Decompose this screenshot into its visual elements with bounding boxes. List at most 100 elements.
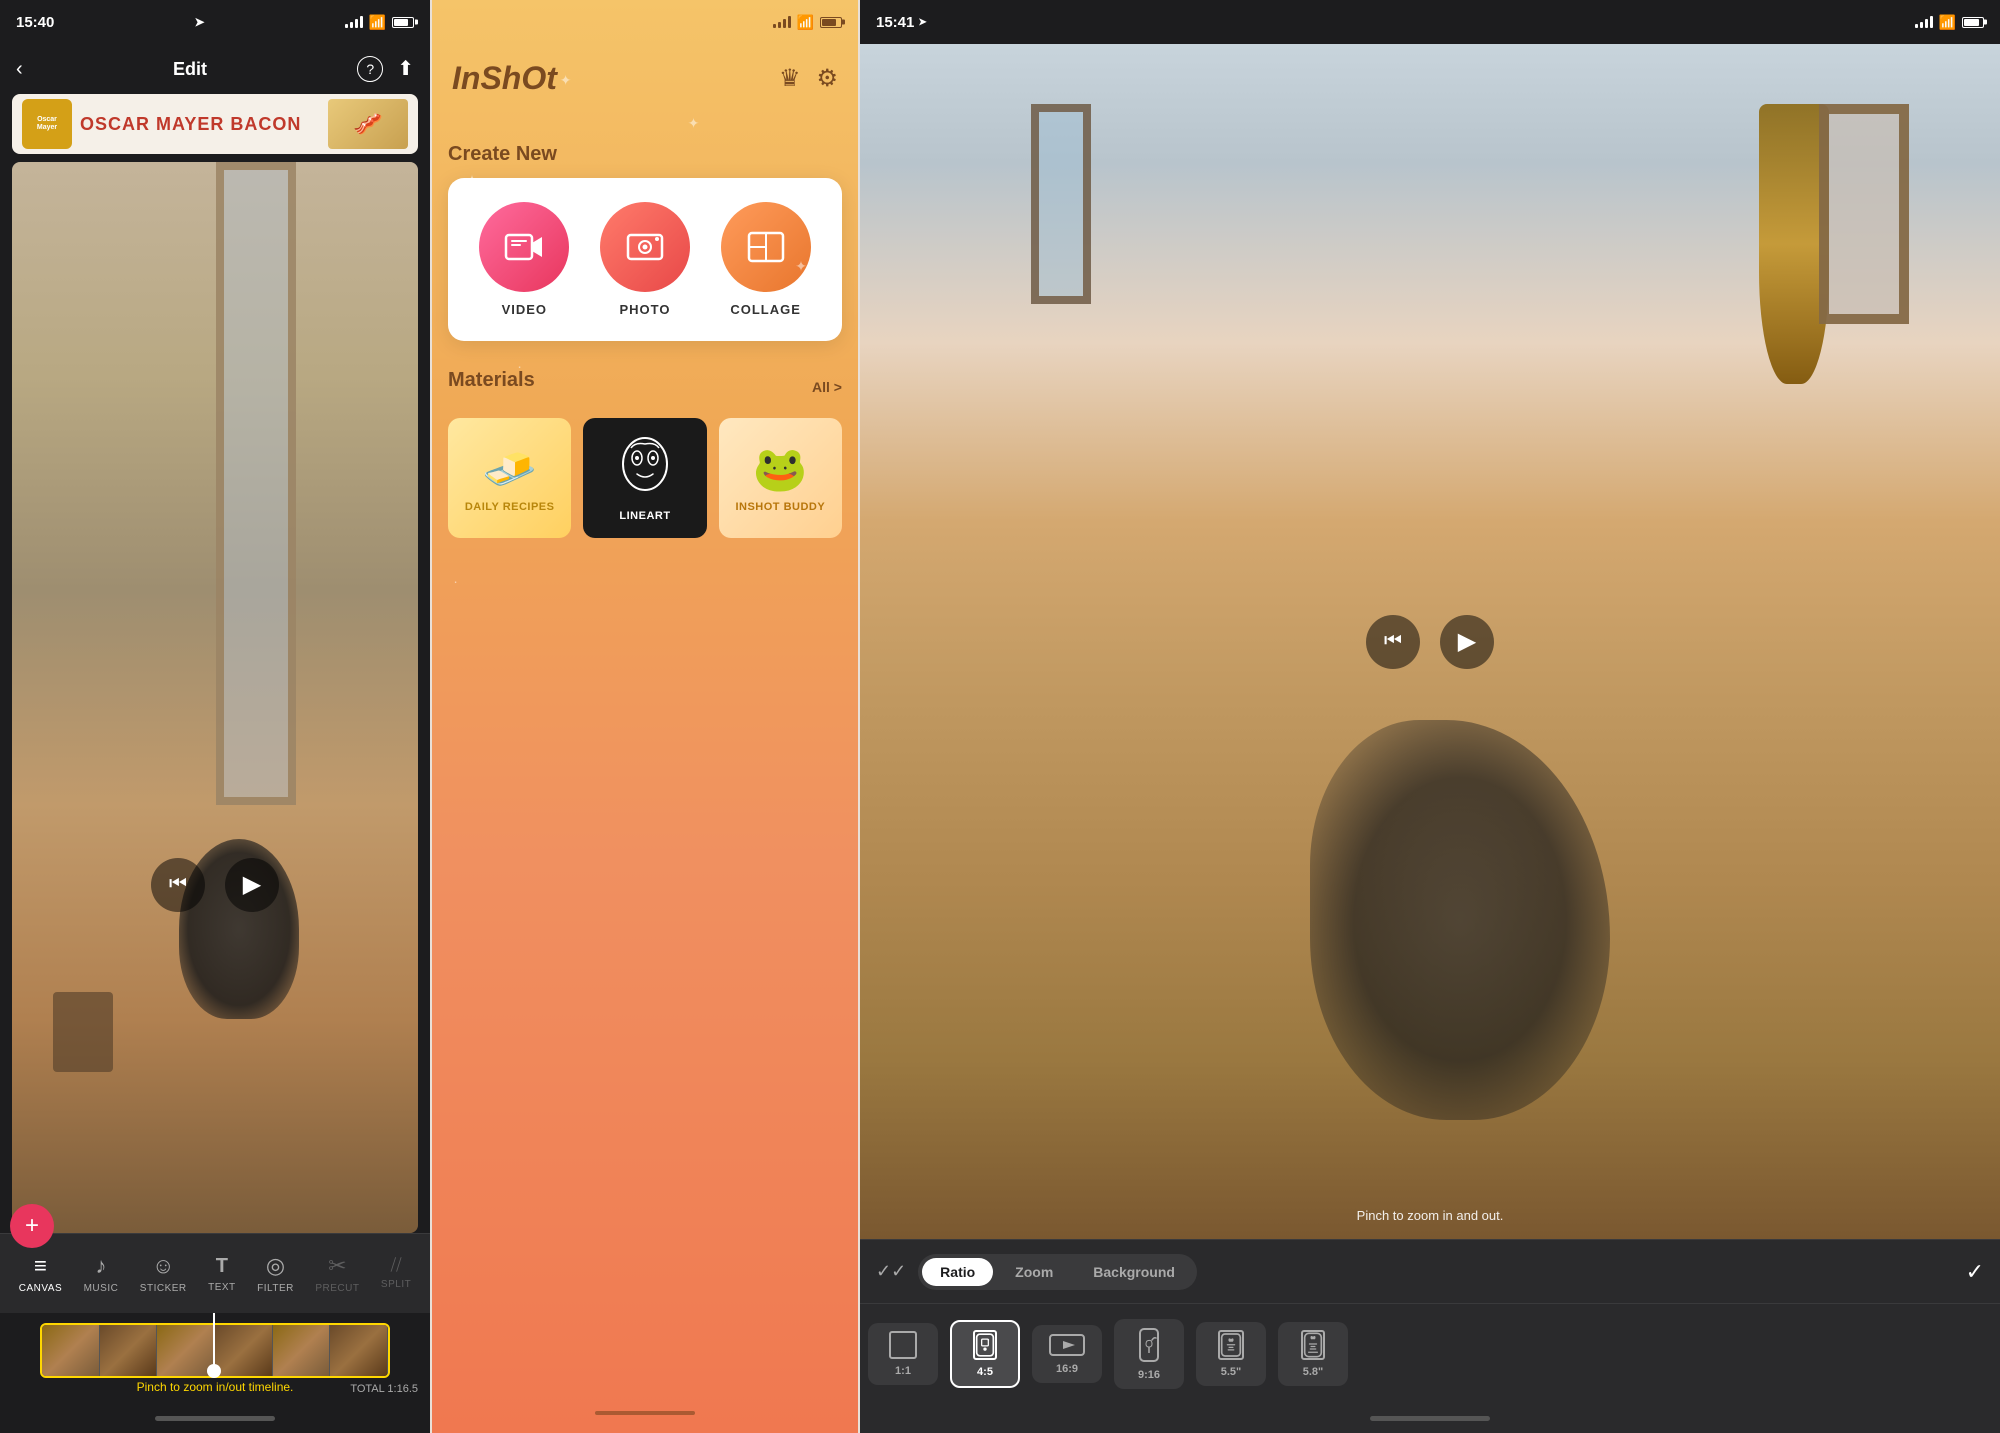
material-daily-recipes[interactable]: 🧈 DAILY RECIPES [448,418,571,538]
toolbar-music[interactable]: ♪ MUSIC [84,1253,119,1294]
ratio-4-5[interactable]: 4:5 [950,1320,1020,1388]
battery-nub-home [842,20,845,25]
video-label: VIDEO [502,302,547,317]
collage-circle [721,202,811,292]
star-7: · [453,573,458,589]
material-inshot-buddy[interactable]: 🐸 INSHOT BUDDY [719,418,842,538]
home-indicator-ratio [860,1403,2000,1433]
time-edit: 15:40 [16,14,54,31]
help-button[interactable]: ? [357,56,383,82]
toolbar-canvas[interactable]: ≡ CANVAS [19,1253,62,1294]
timeline-thumb-2 [100,1325,158,1376]
back-button[interactable]: ‹ [16,58,23,81]
confirm-button[interactable]: ✓ [1966,1259,1984,1285]
daily-label: DAILY RECIPES [465,501,555,513]
add-button[interactable]: + [10,1204,54,1248]
double-check-icon[interactable]: ✓✓ [876,1261,906,1282]
music-label: MUSIC [84,1283,119,1294]
canvas-icon: ≡ [34,1253,47,1279]
materials-grid: 🧈 DAILY RECIPES LINEART 🐸 INS [448,418,842,538]
create-photo-item[interactable]: PHOTO [600,202,690,317]
add-icon: + [25,1212,39,1240]
toolbar-split[interactable]: ⧸⧸ SPLIT [381,1257,411,1290]
split-icon: ⧸⧸ [391,1257,402,1275]
play-button-ratio[interactable]: ▶ [1440,615,1494,669]
ratio-5-8[interactable]: 5.8" [1278,1322,1348,1386]
star-4: ✦ [688,115,700,132]
photo-icon [625,229,665,265]
play-icon: ▶ [243,870,261,899]
ratio-label-4-5: 4:5 [977,1366,993,1378]
home-bar [155,1416,275,1421]
tab-background[interactable]: Background [1075,1258,1193,1286]
edit-title: Edit [173,59,207,80]
play-controls-ratio: ⏮ ▶ [1366,615,1494,669]
window-ratio [1819,104,1909,324]
timeline-total: TOTAL 1:16.5 [350,1383,418,1395]
split-label: SPLIT [381,1279,411,1290]
text-icon: T [216,1255,228,1278]
ad-banner[interactable]: OscarMayer OSCAR MAYER BACON 🥓 [12,94,418,154]
ratio-instagram-icon [975,1330,995,1360]
filter-icon: ◎ [266,1253,285,1279]
settings-button[interactable]: ⚙ [816,64,838,93]
battery-nub-ratio [1984,20,1987,25]
create-video-item[interactable]: VIDEO [479,202,569,317]
plant-shelf [1031,104,1091,304]
create-collage-item[interactable]: COLLAGE [721,202,811,317]
ratio-selector: 1:1 4:5 16:9 [860,1303,2000,1403]
toolbar-filter[interactable]: ◎ FILTER [257,1253,294,1294]
ratio-tiktok-icon [1138,1327,1160,1363]
signal-bar-2 [350,22,353,28]
toolbar-sticker[interactable]: ☺ STICKER [140,1253,187,1294]
ratio-1-1[interactable]: 1:1 [868,1323,938,1385]
sh3 [783,19,786,28]
location-arrow-ratio: ➤ [918,17,926,28]
ratio-box-5-5 [1218,1330,1244,1360]
ratio-9-16[interactable]: 9:16 [1114,1319,1184,1389]
status-bar-edit: 15:40 ➤ 📶 [0,0,430,44]
ratio-label-16-9: 16:9 [1056,1363,1078,1375]
play-button[interactable]: ▶ [225,858,279,912]
ratio-tiktok-wrapper [1138,1327,1160,1363]
home-header-icons: ♛ ⚙ [779,64,838,93]
share-button[interactable]: ⬆ [397,56,414,82]
create-new-section: Create New VIDEO [432,143,858,341]
panel-home: ✦ ✦ · ✦ · ✦ · ✦ 15:40 📶 InShOt ♛ [430,0,860,1433]
create-card: VIDEO PHOTO [448,178,842,341]
furniture-left [53,992,113,1072]
daily-emoji: 🧈 [482,443,537,495]
timeline-thumb-6 [330,1325,388,1376]
home-indicator-home [432,1403,858,1433]
sr2 [1920,22,1923,28]
sr1 [1915,24,1918,28]
sticker-label: STICKER [140,1283,187,1294]
timeline-area[interactable]: Pinch to zoom in/out timeline. TOTAL 1:1… [0,1313,430,1403]
tab-zoom[interactable]: Zoom [997,1258,1071,1286]
crown-button[interactable]: ♛ [779,64,801,93]
edit-header: ‹ Edit ? ⬆ [0,44,430,94]
battery-icon-edit [392,17,414,28]
edit-header-actions: ? ⬆ [357,56,414,82]
tab-ratio[interactable]: Ratio [922,1258,993,1286]
toolbar-precut[interactable]: ✂ PRECUT [315,1253,359,1294]
all-materials-link[interactable]: All > [812,379,842,395]
battery-ratio [1962,17,1984,28]
rewind-button-ratio[interactable]: ⏮ [1366,615,1420,669]
timeline-thumb-1 [42,1325,100,1376]
material-lineart[interactable]: LINEART [583,418,706,538]
toolbar-edit: ≡ CANVAS ♪ MUSIC ☺ STICKER T TEXT ◎ FILT… [0,1233,430,1313]
ratio-tabs: Ratio Zoom Background [918,1254,1197,1290]
ratio-5-5[interactable]: 5.5" [1196,1322,1266,1386]
collage-label: COLLAGE [730,302,801,317]
wifi-home: 📶 [797,14,814,31]
ratio-youtube-wrapper [1048,1333,1086,1357]
ratio-16-9[interactable]: 16:9 [1032,1325,1102,1383]
rewind-button[interactable]: ⏮ [151,858,205,912]
text-label: TEXT [208,1282,236,1293]
toolbar-text[interactable]: T TEXT [208,1255,236,1293]
panel-ratio: 15:41 ➤ 📶 [860,0,2000,1433]
timeline-dot [207,1364,221,1378]
home-bar-ratio [1370,1416,1490,1421]
buddy-label: INSHOT BUDDY [735,501,825,513]
